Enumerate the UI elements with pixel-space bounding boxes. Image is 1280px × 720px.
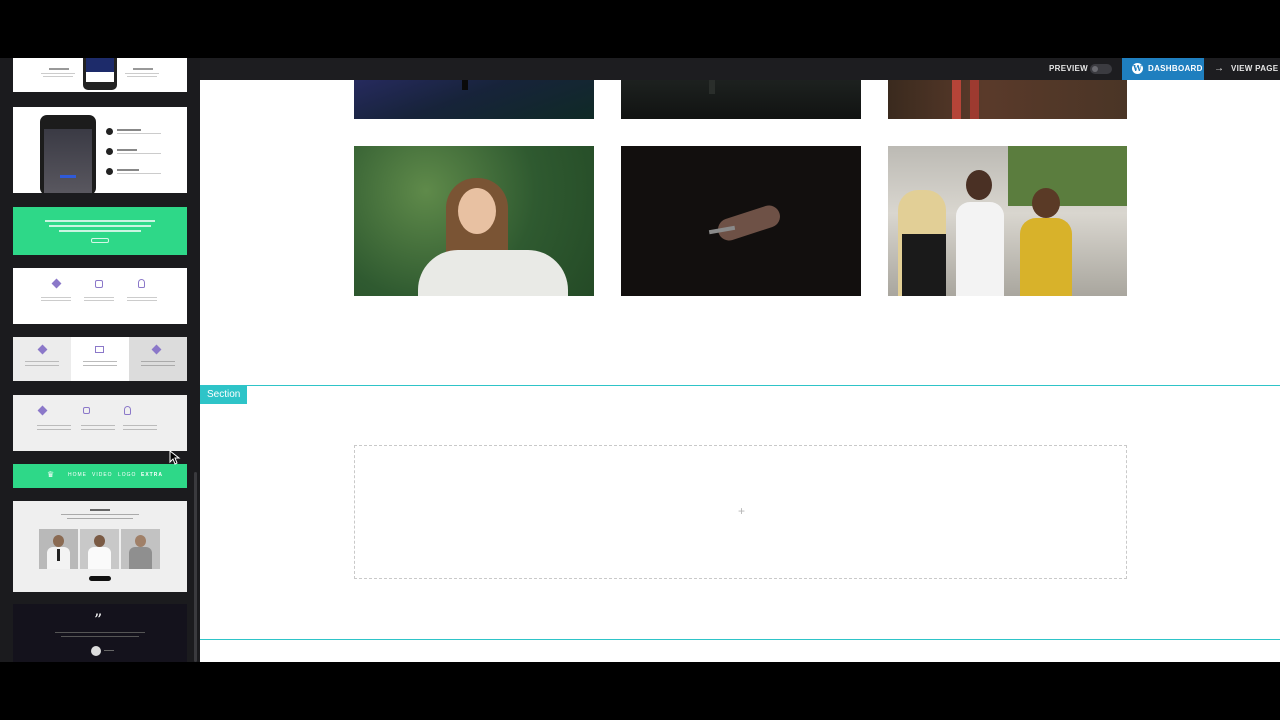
panel-scrollbar[interactable] [194,472,197,662]
section-bottom-border [200,639,1280,640]
quote-icon: ” [94,610,103,629]
template-thumb-three-icons[interactable] [13,268,187,324]
template-thumb-green-nav[interactable]: ♛ HOME VIDEO LOGO EXTRA [13,464,187,488]
phone-image [40,115,96,193]
template-thumb-phone-features[interactable] [13,107,187,193]
dashboard-button[interactable]: W DASHBOARD [1122,58,1204,80]
template-thumb-team[interactable] [13,501,187,592]
template-panel: ♛ HOME VIDEO LOGO EXTRA ” [0,58,200,662]
template-thumb-phone-top[interactable] [13,58,187,92]
empty-dropzone[interactable]: + [354,445,1127,579]
mouse-cursor-icon [169,450,181,465]
team-photo [39,529,78,569]
page-canvas: Section + [200,80,1280,662]
nav-thumb-item-home: HOME [68,472,87,478]
gallery-image-woman-ivy[interactable] [354,146,594,296]
editor-topbar: PREVIEW W DASHBOARD → VIEW PAGE [200,58,1280,80]
view-page-button[interactable]: → VIEW PAGE [1212,58,1280,80]
template-thumb-three-columns[interactable] [13,337,187,381]
section-label[interactable]: Section [200,386,248,404]
nav-thumb-item-extra: EXTRA [141,472,163,478]
gallery-image[interactable] [888,80,1127,119]
editor-frame: ♛ HOME VIDEO LOGO EXTRA ” PREVIEW W DASH… [0,58,1280,662]
preview-label: PREVIEW [1049,64,1088,73]
arrow-right-icon: → [1214,63,1225,74]
phone-image [83,58,117,90]
nav-thumb-item-logo: LOGO [118,472,137,478]
gallery-image[interactable] [354,80,594,119]
dashboard-label: DASHBOARD [1148,64,1203,73]
team-photo [80,529,119,569]
preview-toggle[interactable] [1090,64,1112,74]
wordpress-icon: W [1132,63,1143,74]
template-thumb-icons-grey[interactable] [13,395,187,451]
template-thumb-green-cta[interactable] [13,207,187,255]
crown-icon: ♛ [47,470,55,479]
team-photo [121,529,160,569]
gallery-image[interactable] [621,80,861,119]
view-page-label: VIEW PAGE [1231,64,1279,73]
add-element-icon[interactable]: + [738,504,745,518]
template-thumb-testimonial[interactable]: ” [13,604,187,662]
nav-thumb-item-video: VIDEO [92,472,113,478]
avatar [91,646,101,656]
gallery-image-phone-dark[interactable] [621,146,861,296]
gallery-image-friends[interactable] [888,146,1127,296]
section-top-border [200,385,1280,386]
